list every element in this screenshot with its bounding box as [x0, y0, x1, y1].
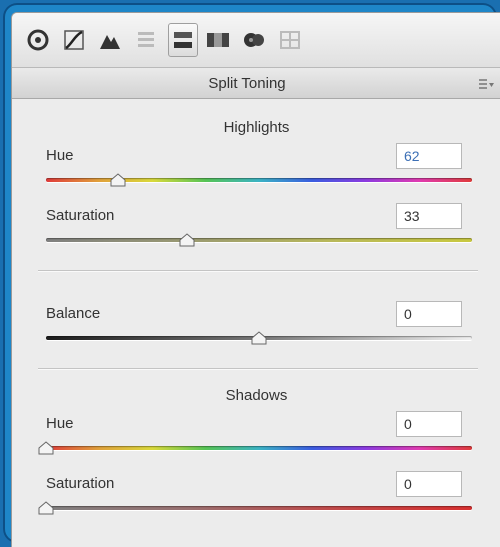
balance-input[interactable]: 0: [396, 301, 462, 327]
highlights-saturation-slider-thumb[interactable]: [179, 233, 195, 247]
detail-icon[interactable]: [96, 26, 124, 54]
section-divider-2: [38, 368, 478, 369]
highlights-heading: Highlights: [223, 119, 290, 136]
lens-corrections-icon[interactable]: [204, 26, 232, 54]
highlights-hue-label: Hue: [46, 147, 74, 164]
shadows-saturation-label: Saturation: [46, 475, 115, 492]
split-toning-icon[interactable]: [168, 23, 198, 57]
shadows-saturation-input[interactable]: 0: [396, 471, 462, 497]
shadows-saturation-slider-track[interactable]: [46, 506, 472, 510]
panel-toolbar: [12, 13, 500, 68]
highlights-saturation-label: Saturation: [46, 207, 115, 224]
split-toning-panel: Split Toning Highlights Hue 62 Saturatio…: [11, 12, 500, 547]
balance-slider-thumb[interactable]: [251, 331, 267, 345]
highlights-hue-slider-thumb[interactable]: [110, 173, 126, 187]
shadows-hue-slider-thumb[interactable]: [38, 441, 54, 455]
tone-curve-icon[interactable]: [60, 26, 88, 54]
shadows-hue-label: Hue: [46, 415, 74, 432]
section-divider-1: [38, 270, 478, 271]
highlights-hue-input[interactable]: 62: [396, 143, 462, 169]
shadows-saturation-slider-thumb[interactable]: [38, 501, 54, 515]
panel-titlebar: Split Toning: [12, 68, 500, 99]
effects-icon[interactable]: [240, 26, 268, 54]
highlights-saturation-input[interactable]: 33: [396, 203, 462, 229]
camera-calibration-icon[interactable]: [276, 26, 304, 54]
panel-title: Split Toning: [208, 75, 286, 92]
highlights-saturation-slider-track[interactable]: [46, 238, 472, 242]
balance-label: Balance: [46, 305, 101, 322]
basic-icon[interactable]: [24, 26, 52, 54]
hsl-icon[interactable]: [132, 26, 160, 54]
shadows-heading: Shadows: [225, 387, 288, 404]
panel-menu-icon[interactable]: [479, 77, 495, 89]
shadows-hue-slider-track[interactable]: [46, 446, 472, 450]
shadows-hue-input[interactable]: 0: [396, 411, 462, 437]
